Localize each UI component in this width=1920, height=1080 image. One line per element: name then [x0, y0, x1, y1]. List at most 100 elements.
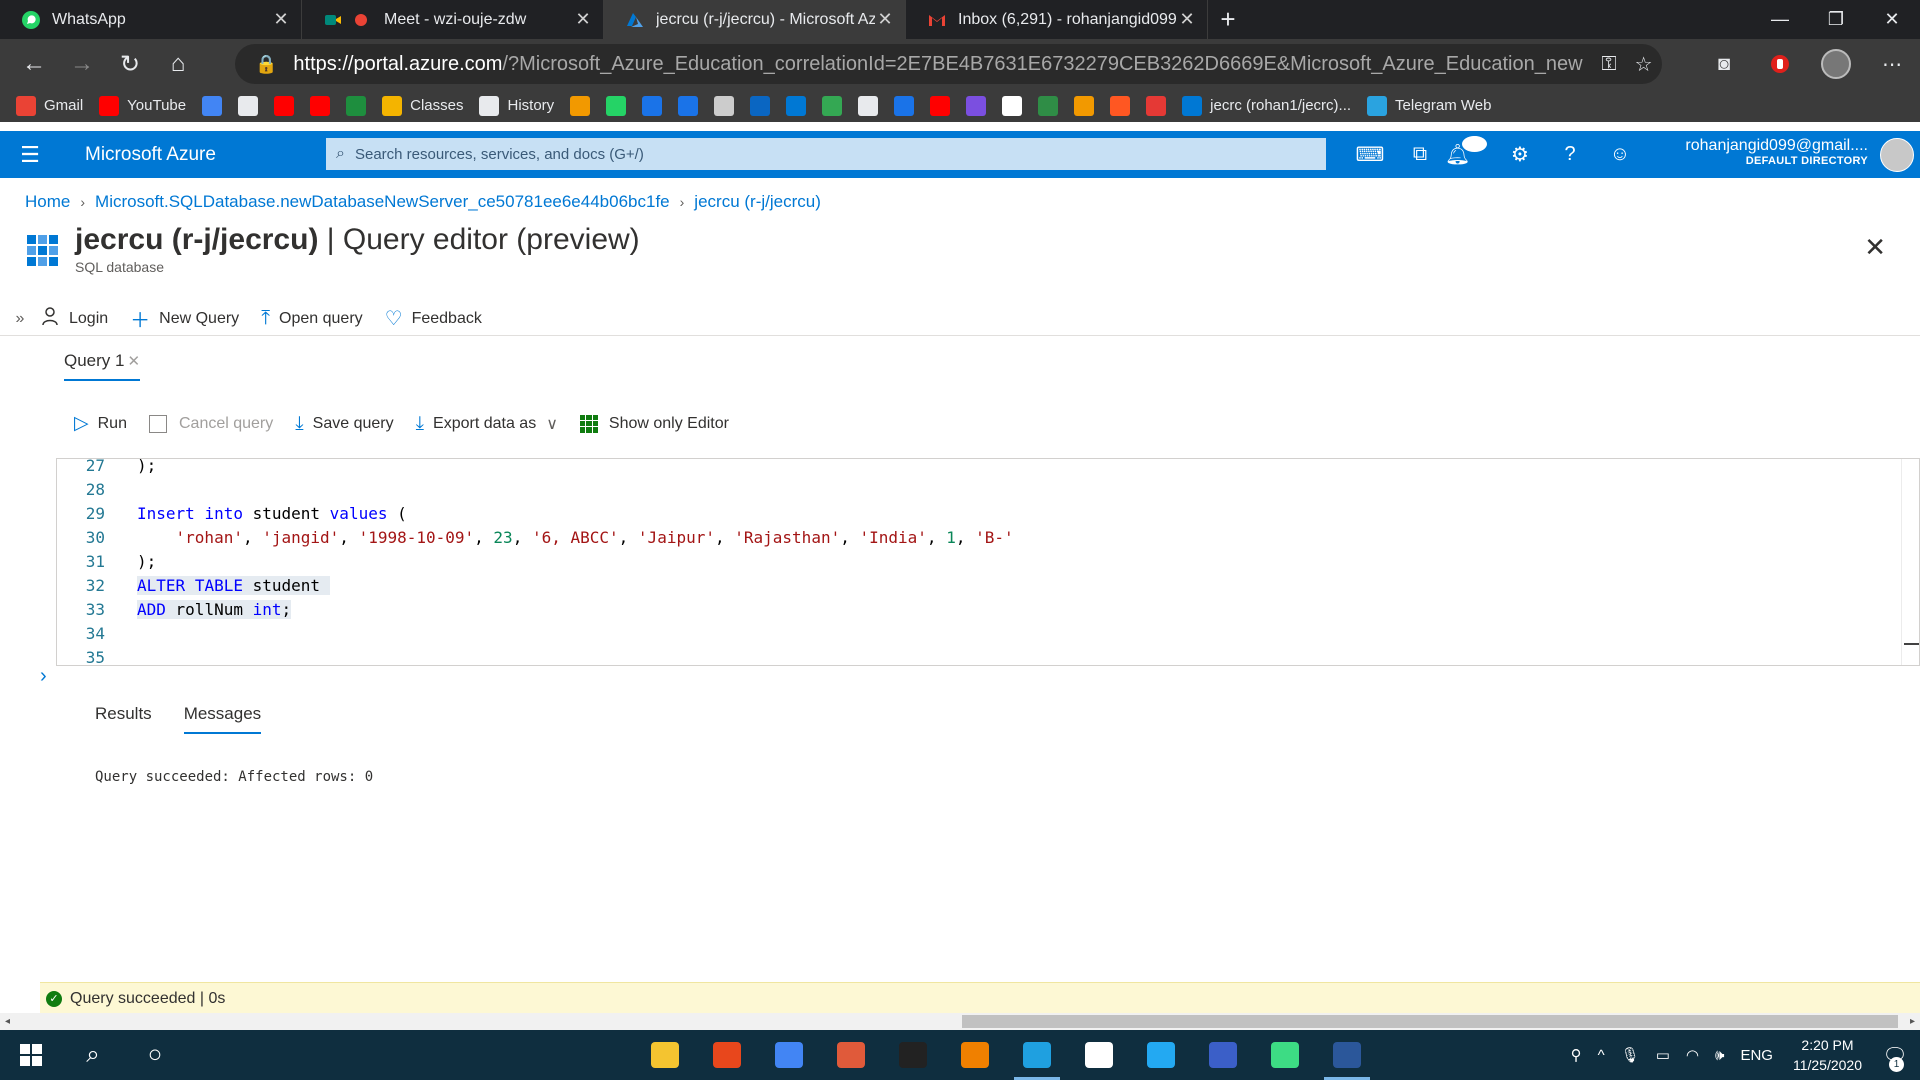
- reload-icon[interactable]: ↻: [106, 44, 154, 84]
- bookmark-item[interactable]: Telegram Web: [1367, 95, 1491, 116]
- forward-arrow-icon[interactable]: →: [58, 44, 106, 84]
- save-query-button[interactable]: ⤓ Save query: [295, 413, 393, 435]
- close-icon[interactable]: ✕: [1177, 9, 1197, 30]
- profile-avatar[interactable]: [1808, 49, 1864, 79]
- code-line[interactable]: 29 Insert into student values (: [57, 501, 1919, 525]
- code-editor[interactable]: 27); 28 29 Insert into student values (30 '…: [56, 458, 1920, 666]
- bookmark-item[interactable]: [238, 95, 259, 116]
- edge-icon[interactable]: [1006, 1030, 1068, 1080]
- restore-icon[interactable]: ❐: [1808, 0, 1864, 39]
- directory-filter-icon[interactable]: ⧉: [1395, 143, 1445, 166]
- feedback-smiley-icon[interactable]: ☺: [1595, 143, 1645, 166]
- close-icon[interactable]: ✕: [271, 9, 291, 30]
- back-arrow-icon[interactable]: ←: [10, 44, 58, 84]
- bookmark-item[interactable]: [1002, 95, 1023, 116]
- bookmark-item[interactable]: [642, 95, 663, 116]
- office-icon[interactable]: [696, 1030, 758, 1080]
- bookmark-item[interactable]: [750, 95, 771, 116]
- wifi-icon[interactable]: ◠: [1686, 1046, 1699, 1064]
- bookmark-item[interactable]: [606, 95, 627, 116]
- bookmark-item[interactable]: [822, 95, 843, 116]
- close-icon[interactable]: ✕: [875, 9, 895, 30]
- bookmark-item[interactable]: [858, 95, 879, 116]
- bookmark-item[interactable]: [714, 95, 735, 116]
- bookmark-item[interactable]: [894, 95, 915, 116]
- bell-icon[interactable]: 🔔︎ 2: [1445, 133, 1495, 167]
- open-query-button[interactable]: ⤒ Open query: [261, 307, 362, 330]
- clock[interactable]: 2:20 PM 11/25/2020: [1793, 1035, 1862, 1075]
- volume-icon[interactable]: 🕪︎: [1715, 1047, 1724, 1064]
- close-icon[interactable]: ✕: [127, 352, 140, 370]
- code-line[interactable]: 28: [57, 477, 1919, 501]
- media-player-icon[interactable]: [820, 1030, 882, 1080]
- breadcrumb-deployment[interactable]: Microsoft.SQLDatabase.newDatabaseNewServ…: [95, 192, 670, 212]
- cortana-icon[interactable]: ○: [124, 1030, 186, 1080]
- code-line[interactable]: 30 'rohan', 'jangid', '1998-10-09', 23, …: [57, 525, 1919, 549]
- tab-messages[interactable]: Messages: [183, 704, 262, 734]
- home-icon[interactable]: ⌂: [154, 44, 202, 84]
- scrollbar-thumb[interactable]: [962, 1015, 1898, 1028]
- help-icon[interactable]: ?: [1545, 143, 1595, 166]
- code-line[interactable]: 31);: [57, 549, 1919, 573]
- account-info[interactable]: rohanjangid099@gmail.... DEFAULT DIRECTO…: [1685, 137, 1868, 167]
- bookmark-item[interactable]: [930, 95, 951, 116]
- chevron-right-icon[interactable]: ›: [40, 665, 47, 688]
- bookmark-item[interactable]: [1146, 95, 1167, 116]
- key-icon[interactable]: ⚿: [1601, 53, 1616, 76]
- microphone-icon[interactable]: 🎙︎: [1621, 1046, 1640, 1064]
- feedback-button[interactable]: ♡ Feedback: [385, 306, 482, 331]
- chevron-up-icon[interactable]: ^: [1598, 1047, 1605, 1064]
- battery-icon[interactable]: ▭: [1656, 1046, 1670, 1064]
- chrome-icon[interactable]: [758, 1030, 820, 1080]
- word-icon[interactable]: [1316, 1030, 1378, 1080]
- url-text[interactable]: https://portal.azure.com/?Microsoft_Azur…: [293, 53, 1583, 76]
- bookmark-item[interactable]: History: [479, 95, 554, 116]
- address-bar[interactable]: 🔒 https://portal.azure.com/?Microsoft_Az…: [235, 44, 1662, 84]
- bookmark-item[interactable]: [966, 95, 987, 116]
- scroll-left-icon[interactable]: ◂: [5, 1013, 10, 1030]
- show-only-editor-button[interactable]: Show only Editor: [579, 414, 729, 433]
- avatar[interactable]: [1880, 138, 1914, 172]
- tab-results[interactable]: Results: [95, 704, 152, 734]
- scroll-right-icon[interactable]: ▸: [1910, 1013, 1915, 1030]
- windows-start-icon[interactable]: [0, 1030, 62, 1080]
- bookmark-item[interactable]: YouTube: [99, 95, 186, 116]
- bookmark-item[interactable]: jecrc (rohan1/jecrc)...: [1182, 95, 1351, 116]
- bookmark-item[interactable]: [346, 95, 367, 116]
- export-data-dropdown[interactable]: ⤓ Export data as ∨: [416, 413, 558, 435]
- search-input[interactable]: [354, 145, 1255, 163]
- close-blade-icon[interactable]: ✕: [1864, 232, 1886, 263]
- close-window-icon[interactable]: ✕: [1864, 0, 1920, 39]
- people-icon[interactable]: ⚲: [1571, 1046, 1582, 1064]
- bookmark-item[interactable]: [1110, 95, 1131, 116]
- code-line[interactable]: 33 ADD rollNum int;: [57, 597, 1919, 621]
- minimize-icon[interactable]: —: [1752, 0, 1808, 39]
- bookmark-item[interactable]: [1074, 95, 1095, 116]
- horizontal-scrollbar[interactable]: ◂ ▸: [0, 1013, 1920, 1030]
- code-line[interactable]: 35: [57, 645, 1919, 666]
- browser-tab-meet[interactable]: Meet - wzi-ouje-zdw ✕: [302, 0, 604, 39]
- menu-icon[interactable]: ☰: [0, 142, 60, 168]
- bookmark-item[interactable]: [1038, 95, 1059, 116]
- browser-tab-gmail[interactable]: Inbox (6,291) - rohanjangid099@ ✕: [906, 0, 1208, 39]
- new-query-button[interactable]: ＋ New Query: [130, 304, 239, 333]
- cloud-shell-icon[interactable]: ⌨: [1345, 142, 1395, 167]
- bookmark-item[interactable]: [310, 95, 331, 116]
- azure-brand[interactable]: Microsoft Azure: [85, 144, 326, 166]
- bookmark-item[interactable]: [202, 95, 223, 116]
- bookmark-item[interactable]: [274, 95, 295, 116]
- breadcrumb-database[interactable]: jecrcu (r-j/jecrcu): [694, 192, 821, 212]
- search-icon[interactable]: ⌕: [62, 1030, 124, 1080]
- run-button[interactable]: ▷ Run: [74, 412, 127, 435]
- browser-tab-whatsapp[interactable]: WhatsApp ✕: [0, 0, 302, 39]
- tab-query-1[interactable]: Query 1 ✕: [64, 351, 141, 381]
- browser-tab-azure[interactable]: jecrcu (r-j/jecrcu) - Microsoft Azu ✕: [604, 0, 906, 39]
- code-line[interactable]: 27);: [57, 459, 1919, 477]
- vscode-icon[interactable]: [1130, 1030, 1192, 1080]
- android-studio-icon[interactable]: [1254, 1030, 1316, 1080]
- adblock-icon[interactable]: [1752, 54, 1808, 74]
- code-line[interactable]: 34: [57, 621, 1919, 645]
- language-indicator[interactable]: ENG: [1740, 1047, 1773, 1064]
- expand-menu-icon[interactable]: »: [0, 310, 40, 328]
- settings-icon[interactable]: [1068, 1030, 1130, 1080]
